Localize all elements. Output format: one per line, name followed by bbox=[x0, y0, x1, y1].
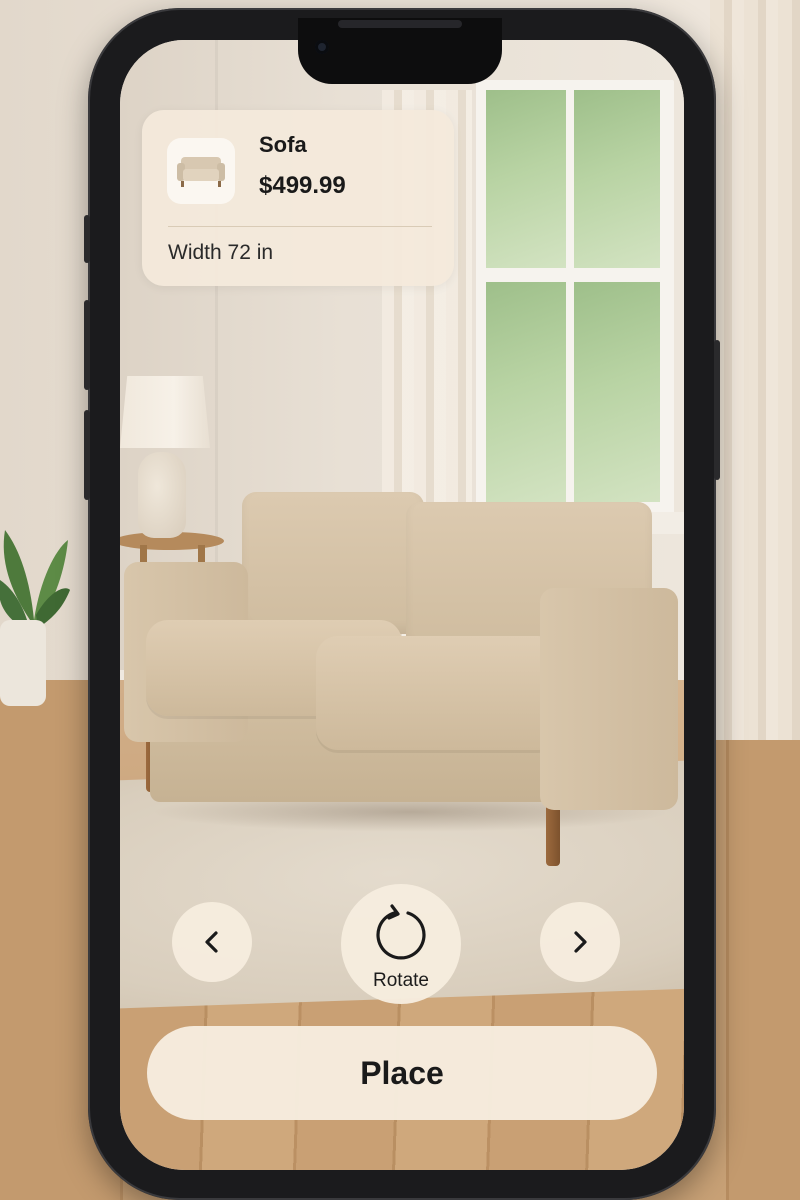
mute-switch bbox=[84, 410, 90, 500]
chevron-left-icon bbox=[205, 931, 218, 953]
sofa-back-cushion-left bbox=[242, 492, 424, 634]
product-info-card: Sofa $499.99 Width 72 in bbox=[142, 110, 454, 286]
card-divider bbox=[168, 226, 432, 227]
product-dimension: Width 72 in bbox=[168, 241, 274, 264]
room-curtain bbox=[710, 0, 800, 740]
plant-decoration bbox=[0, 530, 70, 706]
rotate-button[interactable]: Rotate bbox=[341, 884, 461, 1004]
sofa-arm-right bbox=[540, 588, 678, 810]
lamp-shade bbox=[120, 376, 210, 448]
product-price: $499.99 bbox=[259, 172, 346, 199]
product-name: Sofa bbox=[259, 132, 307, 157]
ar-screen: Sofa $499.99 Width 72 in Rotate Place bbox=[120, 40, 684, 1170]
phone-notch bbox=[298, 18, 502, 84]
sofa-seat-cushion-right bbox=[316, 636, 560, 750]
sofa-icon bbox=[177, 157, 225, 187]
product-thumbnail bbox=[167, 138, 235, 204]
front-camera bbox=[315, 40, 329, 54]
next-button[interactable] bbox=[540, 902, 620, 982]
rotate-label: Rotate bbox=[373, 970, 429, 991]
lamp-base bbox=[138, 452, 186, 538]
volume-down-button bbox=[84, 300, 90, 390]
previous-button[interactable] bbox=[172, 902, 252, 982]
speaker-grille bbox=[338, 20, 462, 28]
volume-up-button bbox=[84, 215, 90, 263]
place-button[interactable]: Place bbox=[147, 1026, 657, 1120]
window bbox=[476, 80, 674, 520]
rotate-icon bbox=[376, 904, 426, 960]
chevron-right-icon bbox=[574, 931, 587, 953]
power-button bbox=[714, 340, 720, 480]
